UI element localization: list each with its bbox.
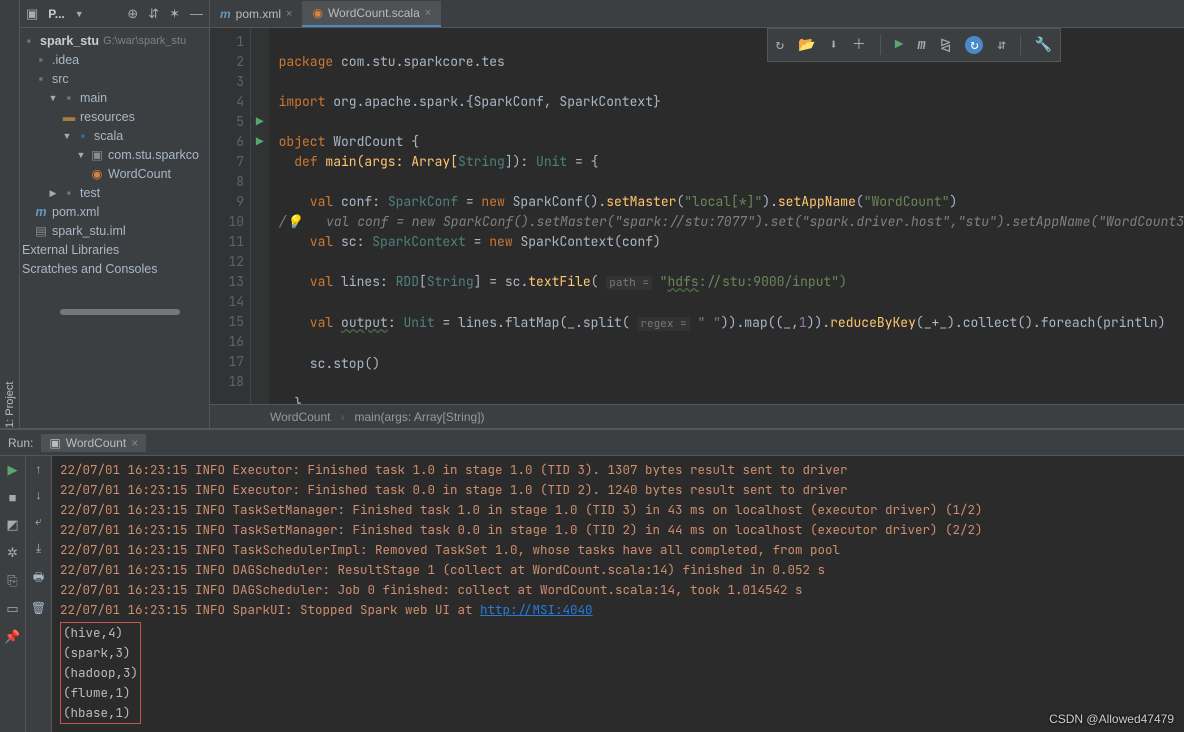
module-icon: ▪ <box>22 32 36 51</box>
refresh-icon[interactable]: ↻ <box>776 35 784 55</box>
wrench-icon[interactable]: 🔧 <box>1035 35 1052 55</box>
run-label: Run: <box>8 436 33 450</box>
run-gutter-icon[interactable]: ▶ <box>251 132 269 152</box>
tree-root[interactable]: ▪ spark_stu G:\war\spark_stu <box>20 32 209 51</box>
console-output[interactable]: 22/07/01 16:23:15 INFO Executor: Finishe… <box>52 456 1184 732</box>
source-folder-icon: ▪ <box>76 127 90 146</box>
root-name: spark_stu <box>40 32 99 51</box>
target-icon[interactable]: ⊕ <box>127 6 138 22</box>
breadcrumb: WordCount › main(args: Array[String]) <box>210 404 1184 428</box>
run-icon[interactable]: ▶ <box>895 35 903 55</box>
editor-toolbar: ↻ 📂 ⬇ ＋ ▶ m ⧎ ↻ ⇵ 🔧 <box>767 28 1062 62</box>
reload-icon[interactable]: ↻ <box>965 36 983 54</box>
run-gutter-icon[interactable]: ▶ <box>251 112 269 132</box>
package-icon: ▣ <box>90 146 104 165</box>
tree-package[interactable]: ▼▣com.stu.sparkco <box>20 146 209 165</box>
file-icon: ▤ <box>34 222 48 241</box>
project-vertical-tab[interactable]: 1: Project <box>0 0 20 428</box>
download-icon[interactable]: ⬇ <box>829 35 837 55</box>
layout-icon[interactable]: ▭ <box>6 601 18 617</box>
scala-object-icon: ◉ <box>90 165 104 184</box>
folder-icon[interactable]: 📂 <box>798 35 815 55</box>
up-icon[interactable]: ↑ <box>36 462 42 476</box>
tree-pom[interactable]: mpom.xml <box>20 203 209 222</box>
root-path: G:\war\spark_stu <box>103 32 186 51</box>
add-icon[interactable]: ＋ <box>852 35 866 55</box>
stop-icon[interactable]: ■ <box>9 490 17 505</box>
down-icon[interactable]: ↓ <box>36 488 42 502</box>
project-tree: ▪ spark_stu G:\war\spark_stu ▪.idea ▪src… <box>20 28 209 319</box>
maven-icon: m <box>220 7 231 21</box>
chevron-right-icon[interactable]: ▶ <box>48 184 58 203</box>
close-icon[interactable]: × <box>425 7 431 19</box>
tree-scratches[interactable]: Scratches and Consoles <box>20 260 209 279</box>
scroll-icon[interactable]: ⤓ <box>36 541 41 556</box>
close-icon[interactable]: × <box>286 8 292 20</box>
tree-main[interactable]: ▼▪main <box>20 89 209 108</box>
run-header: Run: ▣ WordCount × <box>0 430 1184 456</box>
settings-icon[interactable]: ✲ <box>7 545 18 561</box>
run-config-icon: ▣ <box>49 436 60 450</box>
expand-icon[interactable]: ⇵ <box>148 6 159 22</box>
scala-object-icon: ◉ <box>312 6 322 20</box>
bulb-icon[interactable]: 💡 <box>286 213 302 230</box>
breadcrumb-class[interactable]: WordCount <box>270 410 330 424</box>
editor-body[interactable]: 123456789101112131415161718 ▶ ▶ package … <box>210 28 1184 404</box>
maven-icon: m <box>34 203 48 222</box>
tree-wordcount[interactable]: ◉WordCount <box>20 165 209 184</box>
line-gutter: 123456789101112131415161718 <box>210 28 251 404</box>
tab-pom[interactable]: m pom.xml × <box>210 1 302 27</box>
code-area[interactable]: package com.stu.sparkcore.tes import org… <box>269 28 1184 404</box>
hide-icon[interactable]: — <box>190 6 203 21</box>
editor-tabs: m pom.xml × ◉ WordCount.scala × <box>210 0 1184 28</box>
chevron-down-icon[interactable]: ▼ <box>62 127 72 146</box>
horizontal-scrollbar[interactable] <box>60 309 180 315</box>
project-panel: ▣ P... ▼ ⊕ ⇵ ✶ — ▪ spark_stu G:\war\spar… <box>20 0 210 428</box>
tree-external[interactable]: External Libraries <box>20 241 209 260</box>
project-toolbar: ▣ P... ▼ ⊕ ⇵ ✶ — <box>20 0 209 28</box>
tree-iml[interactable]: ▤spark_stu.iml <box>20 222 209 241</box>
run-config-tab[interactable]: ▣ WordCount × <box>41 434 146 452</box>
watermark: CSDN @Allowed47479 <box>1049 712 1174 726</box>
project-icon: ▣ <box>26 6 38 22</box>
tab-wordcount[interactable]: ◉ WordCount.scala × <box>302 1 441 27</box>
pin-icon[interactable]: 📌 <box>4 629 20 645</box>
project-tab-label: 1: Project <box>4 30 16 428</box>
folder-icon: ▪ <box>62 184 76 203</box>
chevron-right-icon: › <box>340 410 344 424</box>
run-actions: ▶ ■ ◩ ✲ ⎘ ▭ 📌 <box>0 456 26 732</box>
clear-icon[interactable]: 🗑 <box>31 601 46 615</box>
project-title: P... <box>48 7 64 21</box>
resources-icon: ▬ <box>62 108 76 127</box>
skip-icon[interactable]: ⧎ <box>940 35 952 55</box>
tree-resources[interactable]: ▬resources <box>20 108 209 127</box>
chevron-down-icon[interactable]: ▼ <box>75 9 84 19</box>
rerun-icon[interactable]: ▶ <box>8 462 18 478</box>
gear-icon[interactable]: ✶ <box>169 6 180 22</box>
wrap-icon[interactable]: ⤶ <box>35 514 42 529</box>
breadcrumb-method[interactable]: main(args: Array[String]) <box>354 410 484 424</box>
maven-icon[interactable]: m <box>917 35 925 55</box>
folder-icon: ▪ <box>34 70 48 89</box>
print-icon[interactable]: 🖶 <box>33 568 44 589</box>
collapse-icon[interactable]: ⇵ <box>997 35 1005 55</box>
chevron-down-icon[interactable]: ▼ <box>48 89 58 108</box>
tree-src[interactable]: ▪src <box>20 70 209 89</box>
camera-icon[interactable]: ◩ <box>6 517 18 533</box>
exit-icon[interactable]: ⎘ <box>7 573 17 589</box>
run-panel: Run: ▣ WordCount × ▶ ■ ◩ ✲ ⎘ ▭ 📌 ↑ ↓ ⤶ ⤓ <box>0 428 1184 732</box>
tree-scala[interactable]: ▼▪scala <box>20 127 209 146</box>
tree-idea[interactable]: ▪.idea <box>20 51 209 70</box>
console-actions: ↑ ↓ ⤶ ⤓ 🖶 🗑 <box>26 456 52 732</box>
folder-icon: ▪ <box>34 51 48 70</box>
close-icon[interactable]: × <box>131 436 138 450</box>
chevron-down-icon[interactable]: ▼ <box>76 146 86 165</box>
tree-test[interactable]: ▶▪test <box>20 184 209 203</box>
folder-icon: ▪ <box>62 89 76 108</box>
editor-area: m pom.xml × ◉ WordCount.scala × 12345678… <box>210 0 1184 428</box>
gutter-icons: ▶ ▶ <box>251 28 269 404</box>
